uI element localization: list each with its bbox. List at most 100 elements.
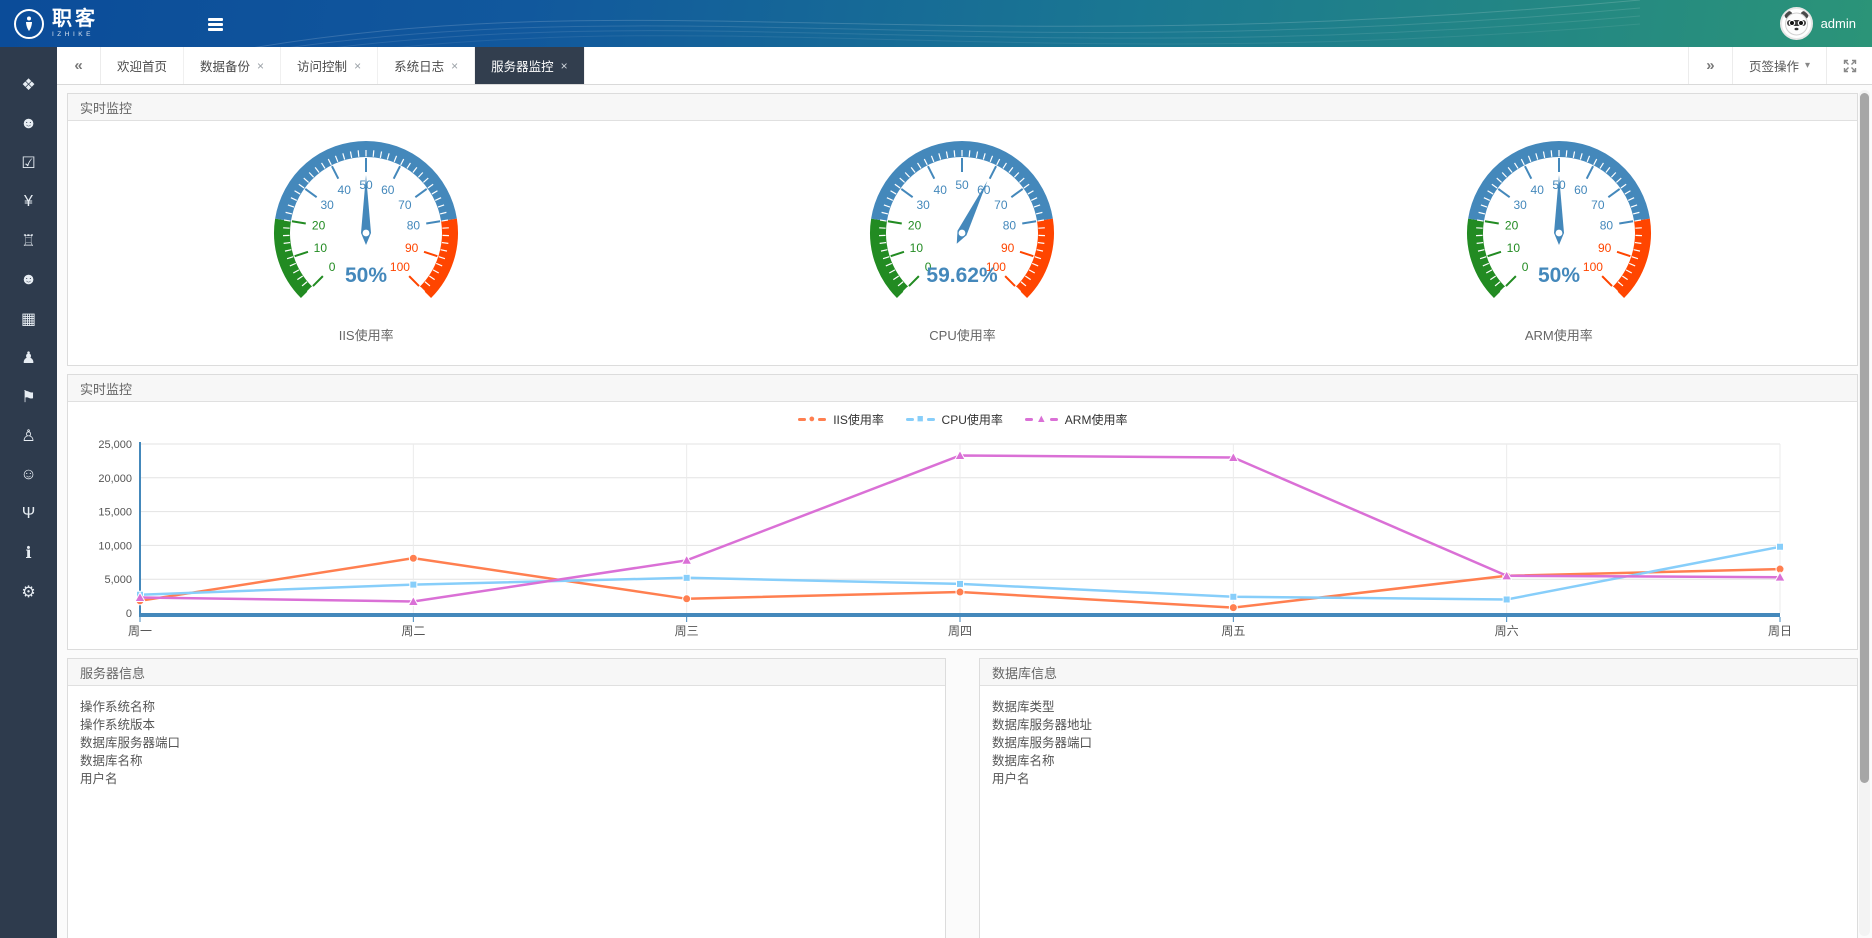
tab-label: 数据备份 <box>200 56 250 75</box>
tabs-scroll-left-icon[interactable]: « <box>57 47 101 84</box>
svg-text:20: 20 <box>312 218 326 232</box>
info-row: 服务器信息 操作系统名称操作系统版本数据库服务器端口数据库名称用户名 数据库信息… <box>67 658 1858 938</box>
sidebar-item[interactable]: ⚑ <box>0 377 57 416</box>
user-icon: ☺ <box>20 466 36 484</box>
info-item: 数据库名称 <box>992 752 1857 770</box>
tab-系统日志[interactable]: 系统日志 × <box>378 47 475 84</box>
sidebar-item[interactable]: ☻ <box>0 260 57 299</box>
tab-服务器监控[interactable]: 服务器监控 × <box>475 47 585 84</box>
tabs-scroll-right-icon[interactable]: » <box>1688 47 1732 84</box>
panel-title: 服务器信息 <box>68 659 945 686</box>
sidebar-item[interactable]: ☺ <box>0 455 57 494</box>
svg-text:80: 80 <box>1600 218 1614 232</box>
legend-label: ARM使用率 <box>1065 411 1128 428</box>
svg-text:60: 60 <box>1574 183 1588 197</box>
scrollbar-thumb[interactable] <box>1860 93 1869 783</box>
close-icon[interactable]: × <box>354 60 361 72</box>
gauge-value: 50% <box>1538 264 1580 287</box>
scrollbar[interactable] <box>1859 90 1870 936</box>
tab-数据备份[interactable]: 数据备份 × <box>184 47 281 84</box>
legend-label: IIS使用率 <box>833 411 884 428</box>
gauge-value: 59.62% <box>927 264 999 287</box>
svg-text:20: 20 <box>908 218 922 232</box>
legend-dash <box>798 418 806 421</box>
x-tick-label: 周六 <box>1495 624 1519 638</box>
svg-text:0: 0 <box>329 260 336 274</box>
legend-dash <box>906 418 914 421</box>
x-tick-label: 周三 <box>675 624 699 638</box>
svg-text:90: 90 <box>405 241 419 255</box>
graduation-cap-icon: ⚑ <box>21 387 35 407</box>
x-tick-label: 周一 <box>128 624 152 638</box>
close-icon[interactable]: × <box>561 60 568 72</box>
tab-label: 服务器监控 <box>491 56 554 75</box>
sidebar-toggle-icon[interactable] <box>208 14 228 34</box>
svg-text:70: 70 <box>995 198 1009 212</box>
y-tick-label: 15,000 <box>98 507 132 519</box>
brand-subname: IZHIKE <box>52 32 98 39</box>
trophy-icon: Ψ <box>22 505 35 523</box>
svg-text:10: 10 <box>314 241 328 255</box>
panel-title: 实时监控 <box>68 375 1857 402</box>
gauge-IIS使用率: 010203040506070809010050%IIS使用率 <box>68 121 664 366</box>
brand-logo[interactable]: 职客 IZHIKE <box>14 0 98 47</box>
legend-marker-icon: ● <box>809 414 816 425</box>
sidebar-item[interactable]: ¥ <box>0 182 57 221</box>
sidebar-item[interactable]: ♖ <box>0 221 57 260</box>
sidebar-item[interactable]: ♙ <box>0 416 57 455</box>
app-header: 职客 IZHIKE admin <box>0 0 1872 47</box>
tab-label: 系统日志 <box>394 56 444 75</box>
server-info-panel: 服务器信息 操作系统名称操作系统版本数据库服务器端口数据库名称用户名 <box>67 658 946 938</box>
sidebar-item[interactable]: Ψ <box>0 494 57 533</box>
sidebar-item[interactable]: ☑ <box>0 143 57 182</box>
tab-actions-dropdown[interactable]: 页签操作 ▾ <box>1732 47 1826 84</box>
gauge-chart: 010203040506070809010050% <box>1443 131 1675 303</box>
svg-text:80: 80 <box>1003 218 1017 232</box>
header-wave-decoration <box>240 0 1640 47</box>
x-tick-label: 周五 <box>1221 624 1245 638</box>
svg-text:70: 70 <box>1591 198 1605 212</box>
x-tick-label: 周四 <box>948 624 972 638</box>
svg-text:0: 0 <box>1522 260 1529 274</box>
gauge-chart: 010203040506070809010050% <box>250 131 482 303</box>
close-icon[interactable]: × <box>451 60 458 72</box>
legend-item-CPU使用率[interactable]: ■CPU使用率 <box>906 411 1003 428</box>
svg-text:100: 100 <box>390 260 410 274</box>
svg-text:70: 70 <box>398 198 412 212</box>
legend-item-ARM使用率[interactable]: ▲ARM使用率 <box>1025 411 1128 428</box>
svg-text:90: 90 <box>1001 241 1015 255</box>
sidebar-item[interactable]: ℹ <box>0 533 57 572</box>
close-icon[interactable]: × <box>257 60 264 72</box>
sidebar-item[interactable]: ♟ <box>0 338 57 377</box>
sidebar-item[interactable]: ▦ <box>0 299 57 338</box>
svg-text:10: 10 <box>910 241 924 255</box>
tab-访问控制[interactable]: 访问控制 × <box>281 47 378 84</box>
info-icon: ℹ <box>25 543 31 563</box>
sidebar-item[interactable]: ⚙ <box>0 572 57 611</box>
user-menu[interactable]: admin <box>1780 0 1856 47</box>
gears-icon: ⚙ <box>21 582 35 602</box>
svg-text:30: 30 <box>1513 198 1527 212</box>
gauge-value: 50% <box>345 264 387 287</box>
tab-label: 访问控制 <box>297 56 347 75</box>
legend-item-IIS使用率[interactable]: ● IIS使用率 <box>798 411 884 428</box>
info-item: 数据库服务器端口 <box>992 734 1857 752</box>
gauge-title: ARM使用率 <box>1525 325 1593 344</box>
info-item: 数据库类型 <box>992 698 1857 716</box>
line-chart: 05,00010,00015,00020,00025,000周一周二周三周四周五… <box>68 436 1836 649</box>
street-view-icon: ♟ <box>21 348 35 368</box>
y-tick-label: 0 <box>126 608 132 620</box>
svg-text:10: 10 <box>1506 241 1520 255</box>
fullscreen-icon[interactable] <box>1826 47 1872 84</box>
sidebar-item[interactable]: ☻ <box>0 104 57 143</box>
cubes-icon: ❖ <box>21 75 35 95</box>
yen-icon: ¥ <box>24 193 33 211</box>
svg-text:100: 100 <box>1583 260 1603 274</box>
svg-text:50: 50 <box>956 178 970 192</box>
tab-欢迎首页[interactable]: 欢迎首页 <box>101 47 184 84</box>
tabbar: « 欢迎首页数据备份 × 访问控制 × 系统日志 × 服务器监控 × » 页签操作 ▾ <box>57 47 1872 85</box>
gauge-CPU使用率: 010203040506070809010059.62%CPU使用率 <box>664 121 1260 366</box>
content: 实时监控 010203040506070809010050%IIS使用率0102… <box>57 85 1872 938</box>
sidebar-item[interactable]: ❖ <box>0 65 57 104</box>
svg-text:20: 20 <box>1505 218 1519 232</box>
